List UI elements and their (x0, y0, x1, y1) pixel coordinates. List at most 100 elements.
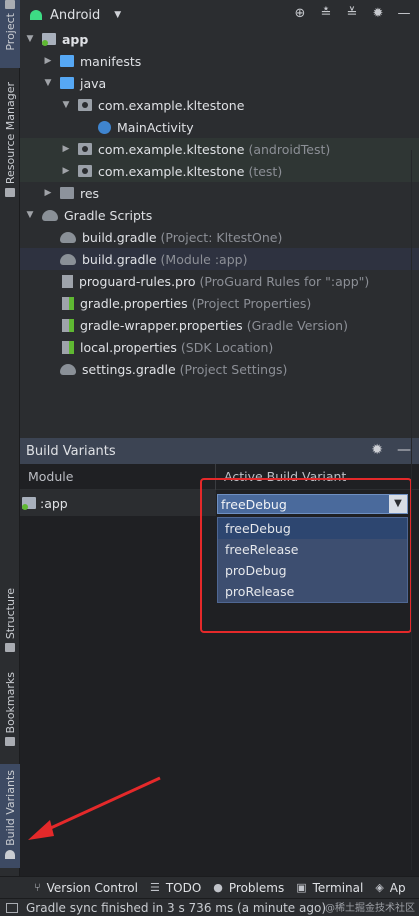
folder-icon (60, 55, 74, 67)
tool-button-version-control[interactable]: ⑂ Version Control (34, 881, 138, 895)
tree-item-app[interactable]: ▼ app (20, 28, 419, 50)
tree-item-package[interactable]: ▼ com.example.kltestone (20, 94, 419, 116)
package-icon (78, 99, 92, 111)
tool-tab-build-variants[interactable]: Build Variants (0, 764, 20, 868)
gradle-icon (60, 363, 76, 375)
tool-tab-label: Build Variants (3, 770, 17, 846)
tree-item-label: local.properties (80, 339, 177, 355)
project-toolbar: ⊕ ≛ ≚ ✹ — (293, 6, 411, 22)
branch-icon: ⑂ (34, 881, 41, 894)
tree-item-package-test[interactable]: ▶ com.example.kltestone (test) (20, 160, 419, 182)
bottom-tool-bar: ⑂ Version Control ☰ TODO ● Problems ▣ Te… (0, 876, 419, 898)
tool-tab-project[interactable]: Project (0, 0, 20, 68)
tree-item-build-gradle-project[interactable]: build.gradle (Project: KltestOne) (20, 226, 419, 248)
window-icon[interactable] (6, 902, 18, 913)
module-name: :app (40, 495, 68, 511)
tree-item-package-androidtest[interactable]: ▶ com.example.kltestone (androidTest) (20, 138, 419, 160)
bookmark-icon (5, 737, 15, 747)
tree-item-label: build.gradle (82, 229, 157, 245)
tree-item-gradle-wrapper-properties[interactable]: gradle-wrapper.properties (Gradle Versio… (20, 314, 419, 336)
tool-button-label: Version Control (46, 880, 138, 895)
left-tool-stripe: Project Resource Manager Structure Bookm… (0, 0, 20, 876)
tool-tab-label: Resource Manager (3, 82, 17, 185)
problems-icon: ● (213, 881, 223, 894)
tree-item-hint: (SDK Location) (180, 339, 274, 355)
tree-item-build-gradle-module[interactable]: build.gradle (Module :app) (20, 248, 419, 270)
tool-tab-label: Bookmarks (3, 672, 17, 734)
chevron-right-icon: ▶ (44, 188, 52, 198)
tree-item-label: build.gradle (82, 251, 157, 267)
tree-item-java[interactable]: ▼ java (20, 72, 419, 94)
tree-item-mainactivity[interactable]: MainActivity (20, 116, 419, 138)
tree-item-hint: (Project: KltestOne) (160, 229, 283, 245)
tree-item-label: com.example.kltestone (98, 141, 245, 157)
resource-icon (5, 188, 15, 198)
tree-item-hint: (Project Settings) (179, 361, 288, 377)
tree-item-label: Gradle Scripts (64, 207, 153, 223)
chevron-down-icon: ▼ (26, 34, 34, 44)
gradle-icon (42, 209, 58, 221)
chevron-right-icon: ▶ (44, 56, 52, 66)
collapse-all-icon[interactable]: ≚ (345, 6, 359, 22)
target-icon[interactable]: ⊕ (293, 6, 307, 22)
view-selector-label: Android (50, 7, 101, 23)
tool-tab-label: Project (3, 13, 17, 51)
tree-item-label: proguard-rules.pro (79, 273, 196, 289)
settings-icon[interactable]: ✹ (371, 6, 385, 22)
tree-item-hint: (test) (248, 163, 283, 179)
tree-item-hint: (androidTest) (248, 141, 331, 157)
tool-button-problems[interactable]: ● Problems (213, 881, 284, 895)
table-row[interactable]: :app (20, 490, 216, 516)
column-header-module[interactable]: Module (20, 463, 216, 490)
scrollbar[interactable] (411, 150, 419, 870)
tool-tab-structure[interactable]: Structure (0, 588, 20, 658)
tool-button-todo[interactable]: ☰ TODO (150, 881, 201, 895)
properties-icon (62, 340, 74, 354)
tree-item-label: com.example.kltestone (98, 163, 245, 179)
tree-item-hint: (Project Properties) (191, 295, 312, 311)
tool-tab-resource-manager[interactable]: Resource Manager (0, 82, 20, 202)
build-variants-header: Build Variants ✹ — (20, 438, 419, 464)
tree-item-label: res (80, 185, 100, 201)
tree-item-res[interactable]: ▶ res (20, 182, 419, 204)
tool-button-label: Ap (389, 880, 406, 895)
minimize-icon[interactable]: — (397, 6, 411, 22)
tree-item-proguard[interactable]: proguard-rules.pro (ProGuard Rules for "… (20, 270, 419, 292)
tree-item-hint: (Module :app) (160, 251, 248, 267)
expand-all-icon[interactable]: ≛ (319, 6, 333, 22)
tree-item-label: manifests (80, 53, 142, 69)
tree-item-gradle-properties[interactable]: gradle.properties (Project Properties) (20, 292, 419, 314)
structure-icon (5, 643, 15, 653)
chevron-right-icon: ▶ (62, 166, 70, 176)
android-icon (30, 10, 42, 20)
annotation-arrow (28, 776, 161, 840)
tree-item-local-properties[interactable]: local.properties (SDK Location) (20, 336, 419, 358)
tool-button-label: Problems (228, 880, 285, 895)
tree-item-manifests[interactable]: ▶ manifests (20, 50, 419, 72)
chevron-down-icon: ▼ (44, 78, 52, 88)
tool-tab-bookmarks[interactable]: Bookmarks (0, 672, 20, 754)
status-message[interactable]: Gradle sync finished in 3 s 736 ms (a mi… (26, 901, 326, 915)
minimize-icon[interactable]: — (397, 442, 411, 458)
chevron-right-icon: ▶ (62, 144, 70, 154)
settings-icon[interactable]: ✹ (371, 442, 383, 458)
list-icon: ☰ (149, 881, 160, 894)
tree-item-gradle-scripts[interactable]: ▼ Gradle Scripts (20, 204, 419, 226)
tree-item-label: gradle.properties (80, 295, 188, 311)
tool-button-app-inspection[interactable]: ◈ Ap (375, 881, 405, 895)
kotlin-class-icon (98, 120, 111, 134)
tool-button-terminal[interactable]: ▣ Terminal (296, 881, 363, 895)
module-icon (22, 497, 36, 510)
tool-button-label: TODO (165, 880, 202, 895)
annotation-highlight-box (200, 478, 412, 633)
tree-item-hint: (ProGuard Rules for ":app") (199, 273, 370, 289)
module-icon (42, 33, 56, 46)
res-folder-icon (60, 187, 74, 199)
tree-item-label: java (80, 75, 107, 91)
file-icon (62, 274, 73, 288)
folder-icon (5, 0, 15, 9)
chevron-down-icon: ▼ (26, 210, 34, 220)
app-inspection-icon: ◈ (375, 881, 384, 894)
tree-item-settings-gradle[interactable]: settings.gradle (Project Settings) (20, 358, 419, 380)
tree-item-hint: (Gradle Version) (246, 317, 348, 333)
